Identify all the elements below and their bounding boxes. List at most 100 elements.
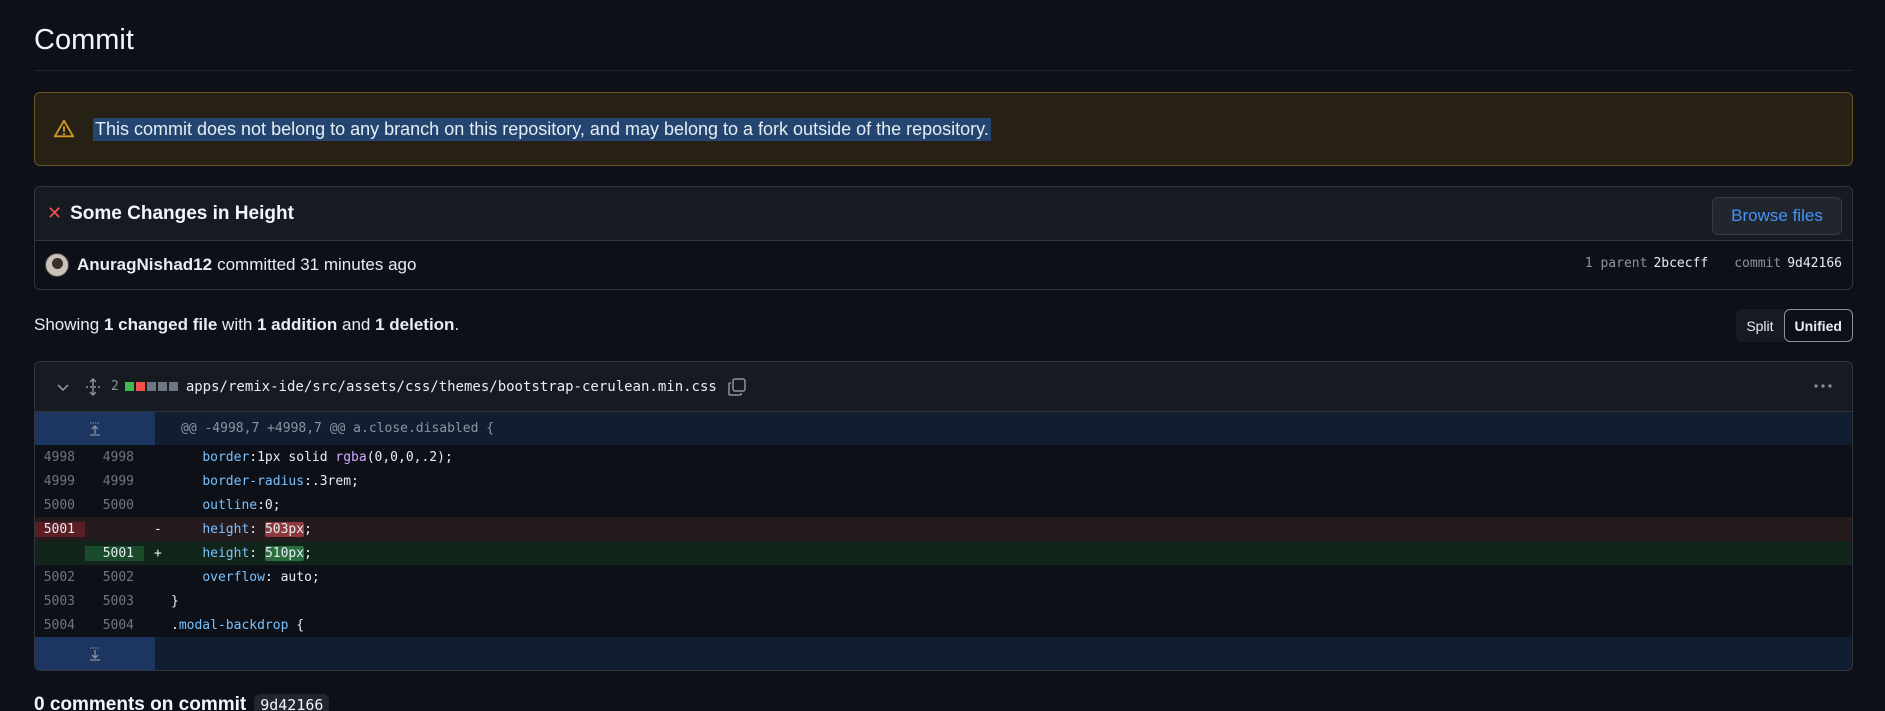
file-diff: 2 apps/remix-ide/src/assets/css/themes/b… [34, 361, 1853, 671]
code-content: .modal-backdrop { [171, 618, 304, 633]
expand-down-icon [90, 647, 100, 661]
code-text: . [171, 617, 179, 633]
commit-title: Some Changes in Height [70, 202, 294, 224]
css-function: rgba [335, 449, 367, 465]
copy-icon[interactable] [727, 377, 747, 397]
code-content: overflow: auto; [171, 569, 320, 585]
hunk-header-text: @@ -4998,7 +4998,7 @@ a.close.disabled { [181, 421, 495, 436]
commit-author-link[interactable]: AnuragNishad12 [77, 255, 212, 275]
avatar[interactable] [45, 253, 69, 277]
old-line-number[interactable]: 5004 [35, 618, 85, 633]
new-line-number[interactable]: 5000 [85, 498, 144, 513]
status-failed-icon[interactable]: ✕ [47, 203, 62, 224]
css-property: outline [202, 497, 258, 513]
expand-up-button[interactable] [35, 412, 155, 445]
context-line: 5002 5002 overflow: auto; [35, 565, 1852, 589]
diff-view-toggle: Split Unified [1736, 309, 1853, 342]
context-line: 5004 5004 .modal-backdrop { [35, 613, 1852, 637]
commit-meta: AnuragNishad12 committed 31 minutes ago … [35, 241, 1852, 289]
diff-sign: + [154, 545, 162, 561]
code-content: height: 503px; [171, 521, 312, 537]
code-content: outline:0; [171, 497, 281, 513]
old-line-number[interactable]: 5002 [35, 570, 85, 585]
code-content: border-radius:.3rem; [171, 474, 359, 489]
summary-mid1: with [217, 315, 257, 334]
unified-view-button[interactable]: Unified [1783, 309, 1853, 342]
page-title: Commit [34, 24, 134, 56]
hunk-header: @@ -4998,7 +4998,7 @@ a.close.disabled { [35, 412, 1852, 445]
commit-ids: 1 parent 2bcecff commit 9d42166 [1585, 256, 1842, 271]
code-text: :0; [257, 497, 281, 513]
summary-suffix: . [454, 315, 460, 334]
new-line-number[interactable]: 5003 [85, 594, 144, 609]
css-selector: modal-backdrop [178, 617, 289, 633]
new-line-number[interactable]: 5002 [85, 570, 144, 585]
code-content: } [171, 594, 179, 609]
split-view-button[interactable]: Split [1736, 309, 1784, 342]
context-line: 5003 5003} [35, 589, 1852, 613]
expand-up-icon [90, 422, 100, 436]
chevron-down-icon[interactable] [55, 379, 71, 395]
code-text: : auto; [264, 569, 320, 585]
code-tail: { [288, 617, 305, 633]
code-tail: ; [304, 521, 312, 537]
comments-title: 0 comments on commit [34, 694, 247, 711]
file-path-link[interactable]: apps/remix-ide/src/assets/css/themes/boo… [186, 379, 717, 395]
summary-deletions: 1 deletion [375, 315, 455, 334]
summary-files: 1 changed file [103, 315, 218, 334]
code-text: : [249, 545, 265, 561]
new-line-number[interactable]: 5001 [85, 545, 144, 561]
old-line-number[interactable]: 4999 [35, 474, 85, 489]
code-text: :.3rem; [304, 473, 359, 489]
commit-time: committed 31 minutes ago [217, 255, 417, 274]
unfold-icon[interactable] [85, 377, 101, 396]
new-line-number[interactable]: 4999 [85, 474, 144, 489]
summary-prefix: Showing [34, 315, 104, 334]
commit-box: ✕ Some Changes in Height Browse files An… [34, 186, 1853, 290]
deleted-line: 5001 - height: 503px; [35, 517, 1852, 541]
changed-value: 503px [264, 521, 305, 537]
browse-files-button[interactable]: Browse files [1712, 197, 1842, 235]
title-divider [34, 70, 1853, 71]
new-line-number[interactable]: 4998 [85, 450, 144, 465]
old-line-number[interactable]: 5003 [35, 594, 85, 609]
context-line: 4998 4998 border:1px solid rgba(0,0,0,.2)… [35, 445, 1852, 469]
context-line: 4999 4999 border-radius:.3rem; [35, 469, 1852, 493]
flash-message: This commit does not belong to any branc… [93, 117, 991, 141]
added-line: 5001 + height: 510px; [35, 541, 1852, 565]
commit-header: ✕ Some Changes in Height Browse files [35, 187, 1852, 241]
commit-sha: 9d42166 [1787, 256, 1842, 271]
old-line-number[interactable]: 4998 [35, 450, 85, 465]
file-header: 2 apps/remix-ide/src/assets/css/themes/b… [35, 362, 1852, 412]
old-line-number[interactable]: 5001 [35, 521, 85, 537]
css-property: border-radius [202, 473, 305, 489]
code-text: :1px solid [249, 449, 336, 465]
code-content: border:1px solid rgba(0,0,0,.2); [171, 449, 453, 465]
parent-sha-link[interactable]: 2bcecff [1653, 256, 1708, 271]
code-text: } [171, 593, 179, 609]
css-property: height [202, 521, 250, 537]
new-line-number[interactable]: 5004 [85, 618, 144, 633]
expand-down-button[interactable] [35, 637, 155, 670]
css-property: height [202, 545, 250, 561]
comments-sha: 9d42166 [254, 694, 330, 711]
changed-value: 510px [264, 545, 305, 561]
commit-label: commit [1734, 256, 1782, 271]
css-property: overflow [202, 569, 265, 585]
code-text: : [249, 521, 265, 537]
old-line-number[interactable]: 5000 [35, 498, 85, 513]
alert-icon [53, 119, 75, 138]
css-property: border [202, 449, 250, 465]
code-tail: (0,0,0,.2); [366, 449, 453, 465]
diff-summary: Showing 1 changed file with 1 addition a… [34, 315, 459, 335]
warning-flash: This commit does not belong to any branc… [34, 92, 1853, 166]
code-tail: ; [304, 545, 312, 561]
context-line: 5000 5000 outline:0; [35, 493, 1852, 517]
kebab-menu-icon[interactable] [1812, 378, 1834, 394]
parent-label: 1 parent [1584, 256, 1648, 271]
